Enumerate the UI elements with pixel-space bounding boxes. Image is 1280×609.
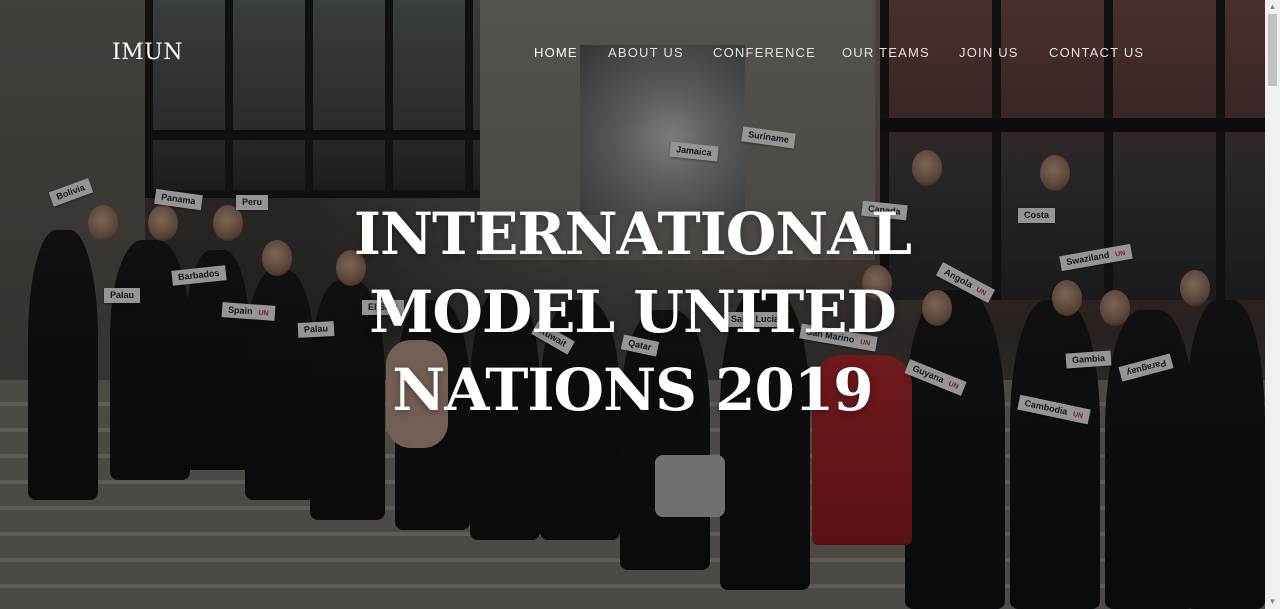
nav-contact-us[interactable]: CONTACT US: [1049, 45, 1144, 60]
page-scrollbar[interactable]: ▲ ▼: [1265, 0, 1280, 609]
scroll-up-icon[interactable]: ▲: [1265, 0, 1280, 14]
main-nav: HOME ABOUT US CONFERENCE OUR TEAMS JOIN …: [0, 45, 1265, 60]
nav-conference[interactable]: CONFERENCE: [713, 45, 816, 60]
nav-about-us[interactable]: ABOUT US: [608, 45, 684, 60]
nav-home[interactable]: HOME: [534, 45, 578, 60]
hero-title: INTERNATIONAL MODEL UNITED NATIONS 2019: [0, 195, 1265, 429]
hero-section: Bolivia Panama Peru Barbados Palau Spain…: [0, 0, 1265, 609]
scroll-thumb[interactable]: [1268, 14, 1277, 86]
nav-join-us[interactable]: JOIN US: [959, 45, 1019, 60]
nav-our-teams[interactable]: OUR TEAMS: [842, 45, 930, 60]
hero-title-line-1: INTERNATIONAL: [353, 200, 912, 268]
hero-title-line-2: MODEL UNITED: [369, 278, 897, 346]
scroll-down-icon[interactable]: ▼: [1265, 595, 1280, 609]
hero-title-line-3: NATIONS 2019: [392, 356, 873, 424]
